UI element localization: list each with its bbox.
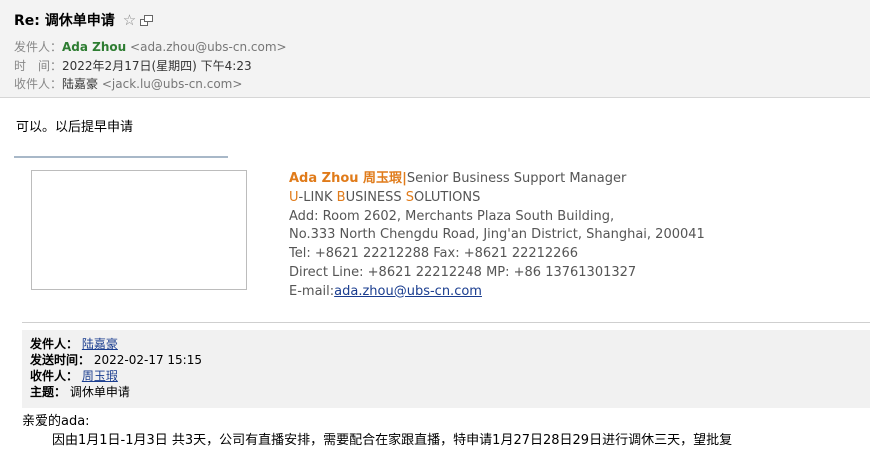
quoted-header: 发件人： 陆嘉豪 发送时间： 2022-02-17 15:15 收件人： 周玉瑕…: [22, 330, 870, 408]
to-row: 收件人：陆嘉豪 <jack.lu@ubs-cn.com>: [14, 75, 242, 92]
signature-divider: [14, 156, 228, 158]
from-row: 发件人：Ada Zhou <ada.zhou@ubs-cn.com>: [14, 38, 287, 55]
signature-address-1: Add: Room 2602, Merchants Plaza South Bu…: [289, 208, 615, 224]
company-part-2: USINESS: [345, 189, 406, 205]
to-address: <jack.lu@ubs-cn.com>: [101, 77, 243, 91]
quoted-sent-value: 2022-02-17 15:15: [93, 353, 202, 367]
time-label: 时 间：: [14, 59, 63, 73]
quoted-to-row: 收件人： 周玉瑕: [30, 368, 862, 384]
quoted-subject-row: 主题： 调休单申请: [30, 384, 862, 400]
body-greeting: 亲爱的ada:: [22, 414, 90, 429]
to-label: 收件人：: [14, 77, 63, 91]
star-icon[interactable]: ☆: [123, 12, 136, 28]
quote-divider: [22, 322, 870, 323]
reply-text: 可以。以后提早申请: [16, 120, 134, 135]
quoted-to-link[interactable]: 周玉瑕: [82, 369, 118, 383]
email-label: E-mail:: [289, 283, 335, 299]
from-label: 发件人：: [14, 40, 63, 54]
email-header: Re: 调休单申请 ☆ 发件人：Ada Zhou <ada.zhou@ubs-c…: [0, 0, 870, 98]
signature-email-line: E-mail:ada.zhou@ubs-cn.com: [289, 283, 705, 302]
signature-logo-image: [31, 170, 247, 290]
signature-name-line: Ada Zhou 周玉瑕|Senior Business Support Man…: [289, 170, 705, 189]
quoted-from-label: 发件人：: [30, 337, 79, 351]
popout-window-icon[interactable]: [140, 14, 154, 27]
quoted-from-row: 发件人： 陆嘉豪: [30, 336, 862, 352]
signature-block: Ada Zhou 周玉瑕|Senior Business Support Man…: [289, 170, 705, 302]
quoted-from-link[interactable]: 陆嘉豪: [82, 337, 118, 351]
from-name[interactable]: Ada Zhou: [62, 40, 126, 54]
to-name[interactable]: 陆嘉豪: [62, 77, 98, 91]
time-row: 时 间：2022年2月17日(星期四) 下午4:23: [14, 57, 252, 74]
from-address: <ada.zhou@ubs-cn.com>: [130, 40, 287, 54]
company-part-3: OLUTIONS: [414, 189, 481, 205]
quoted-sent-row: 发送时间： 2022-02-17 15:15: [30, 352, 862, 368]
company-letter-s: S: [405, 189, 415, 205]
subject-text: Re: 调休单申请: [14, 13, 115, 29]
body-content: 因由1月1日-1月3日 共3天，公司有直播安排，需要配合在家跟直播，特申请1月2…: [52, 433, 733, 448]
signature-tel: Tel: +8621 22212288 Fax: +8621 22212266: [289, 246, 578, 262]
company-letter-b: B: [336, 189, 346, 205]
signature-email-link[interactable]: ada.zhou@ubs-cn.com: [334, 284, 482, 299]
quoted-subject-value: 调休单申请: [69, 385, 130, 399]
company-part-1: -LINK: [298, 189, 337, 205]
signature-direct: Direct Line: +8621 22212248 MP: +86 1376…: [289, 264, 637, 280]
company-letter-u: U: [289, 189, 299, 205]
time-value: 2022年2月17日(星期四) 下午4:23: [62, 59, 252, 73]
signature-company: U-LINK BUSINESS SOLUTIONS: [289, 189, 705, 208]
email-subject: Re: 调休单申请 ☆: [14, 10, 154, 30]
signature-address-2: No.333 North Chengdu Road, Jing'an Distr…: [289, 227, 705, 243]
quoted-to-label: 收件人：: [30, 369, 79, 383]
quoted-sent-label: 发送时间：: [30, 353, 91, 367]
signature-title: Senior Business Support Manager: [406, 171, 627, 186]
signature-name: Ada Zhou 周玉瑕: [289, 171, 403, 186]
quoted-subject-label: 主题：: [30, 385, 67, 399]
